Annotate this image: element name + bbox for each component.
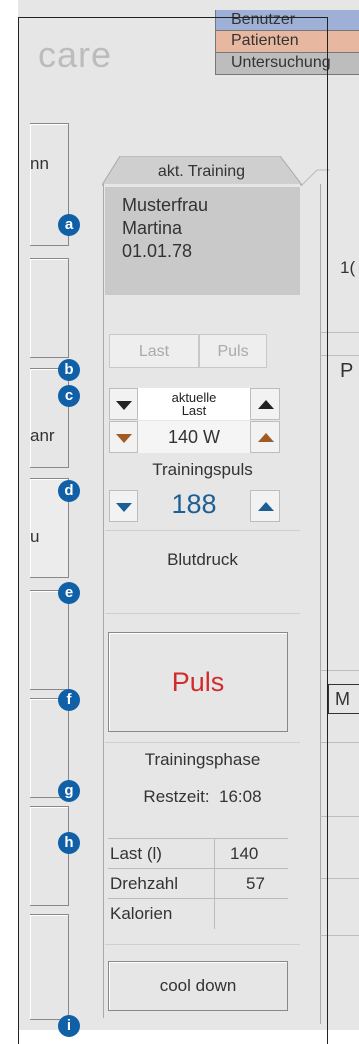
puls-button[interactable]: Puls — [108, 632, 288, 732]
training-pulse-value: 188 — [171, 489, 217, 519]
left-button-d-label: u — [30, 527, 40, 546]
callout-marker: e — [58, 582, 80, 604]
right-divider — [320, 878, 359, 879]
annotation-line — [18, 17, 19, 1044]
patient-first-name: Martina — [122, 218, 183, 238]
load-fine-down-button[interactable] — [109, 421, 138, 453]
left-button-c[interactable]: anr — [30, 368, 69, 468]
load-up-button[interactable] — [250, 388, 280, 420]
pulse-up-button[interactable] — [250, 490, 280, 522]
stats-row: Last (l) 140 — [108, 839, 288, 869]
stats-row: Drehzahl 57 — [108, 869, 288, 899]
callout-marker: i — [58, 1015, 80, 1037]
patienten-button[interactable]: Patienten — [215, 31, 359, 53]
stats-table: Last (l) 140 Drehzahl 57 Kalorien — [108, 838, 288, 929]
patient-info: Musterfrau Martina 01.01.78 — [105, 187, 300, 295]
stats-label: Last (l) — [110, 844, 162, 863]
load-label-line2: Last — [181, 403, 207, 418]
left-button-g[interactable] — [30, 806, 69, 906]
callout-marker: h — [58, 832, 80, 854]
callout-marker: a — [58, 214, 80, 236]
right-divider — [320, 935, 359, 936]
separator — [105, 613, 300, 614]
puls-toggle[interactable]: Puls — [199, 334, 267, 368]
blood-pressure-label: Blutdruck — [167, 550, 238, 569]
stats-label: Kalorien — [110, 904, 173, 923]
separator — [105, 742, 300, 743]
remaining-time-label: Restzeit: — [143, 787, 210, 806]
stats-value: 140 — [230, 844, 259, 863]
annotation-line — [18, 17, 328, 18]
right-panel — [320, 184, 359, 1024]
right-m-button[interactable]: M — [328, 684, 359, 714]
right-text-number: 1( — [340, 258, 356, 277]
benutzer-button[interactable]: Benutzer — [215, 10, 359, 31]
patient-last-name: Musterfrau — [122, 195, 209, 215]
right-divider — [320, 332, 359, 333]
right-divider — [320, 355, 359, 356]
left-button-b[interactable] — [30, 258, 69, 358]
right-divider — [320, 816, 359, 817]
arrow-down-icon — [116, 434, 132, 443]
arrow-down-icon — [116, 503, 132, 512]
right-text-p: P — [340, 360, 354, 382]
puls-toggle-label: Puls — [217, 343, 249, 360]
last-toggle-label: Last — [138, 343, 170, 360]
right-divider — [320, 670, 359, 671]
separator — [105, 530, 300, 531]
patient-birthdate: 01.01.78 — [122, 241, 193, 261]
left-button-h[interactable] — [30, 914, 69, 1020]
right-m-label: M — [335, 689, 350, 709]
load-label: aktuelle Last — [138, 388, 250, 420]
stats-row: Kalorien — [108, 899, 288, 929]
arrow-up-icon — [258, 433, 274, 442]
load-fine-up-button[interactable] — [250, 421, 280, 453]
arrow-up-icon — [258, 502, 274, 511]
left-button-a-label: nn — [30, 154, 49, 173]
arrow-up-icon — [258, 400, 274, 409]
training-phase-label: Trainingsphase — [144, 750, 261, 769]
tab-akt-training[interactable]: akt. Training — [103, 157, 300, 185]
pulse-down-button[interactable] — [109, 490, 138, 522]
right-divider — [320, 742, 359, 743]
callout-marker: f — [58, 689, 80, 711]
left-button-c-label: anr — [30, 426, 55, 445]
callout-marker: g — [58, 780, 80, 802]
separator — [105, 944, 300, 945]
annotation-line — [327, 17, 328, 1044]
stats-value: 57 — [246, 874, 265, 893]
callout-marker: c — [58, 385, 80, 407]
callout-marker: d — [58, 480, 80, 502]
load-down-button[interactable] — [109, 388, 138, 420]
load-value: 140 W — [138, 421, 250, 453]
training-pulse-label: Trainingspuls — [152, 460, 253, 479]
callout-marker: b — [58, 359, 80, 381]
stats-label: Drehzahl — [110, 874, 179, 893]
untersuchung-button[interactable]: Untersuchung — [215, 53, 359, 75]
arrow-down-icon — [116, 401, 132, 410]
left-button-e[interactable] — [30, 590, 69, 690]
remaining-time: Restzeit: 16:08 — [105, 787, 300, 807]
last-toggle[interactable]: Last — [109, 334, 199, 368]
app-logo: care — [38, 34, 113, 75]
remaining-time-value: 16:08 — [219, 787, 262, 806]
cool-down-button[interactable]: cool down — [108, 961, 288, 1011]
